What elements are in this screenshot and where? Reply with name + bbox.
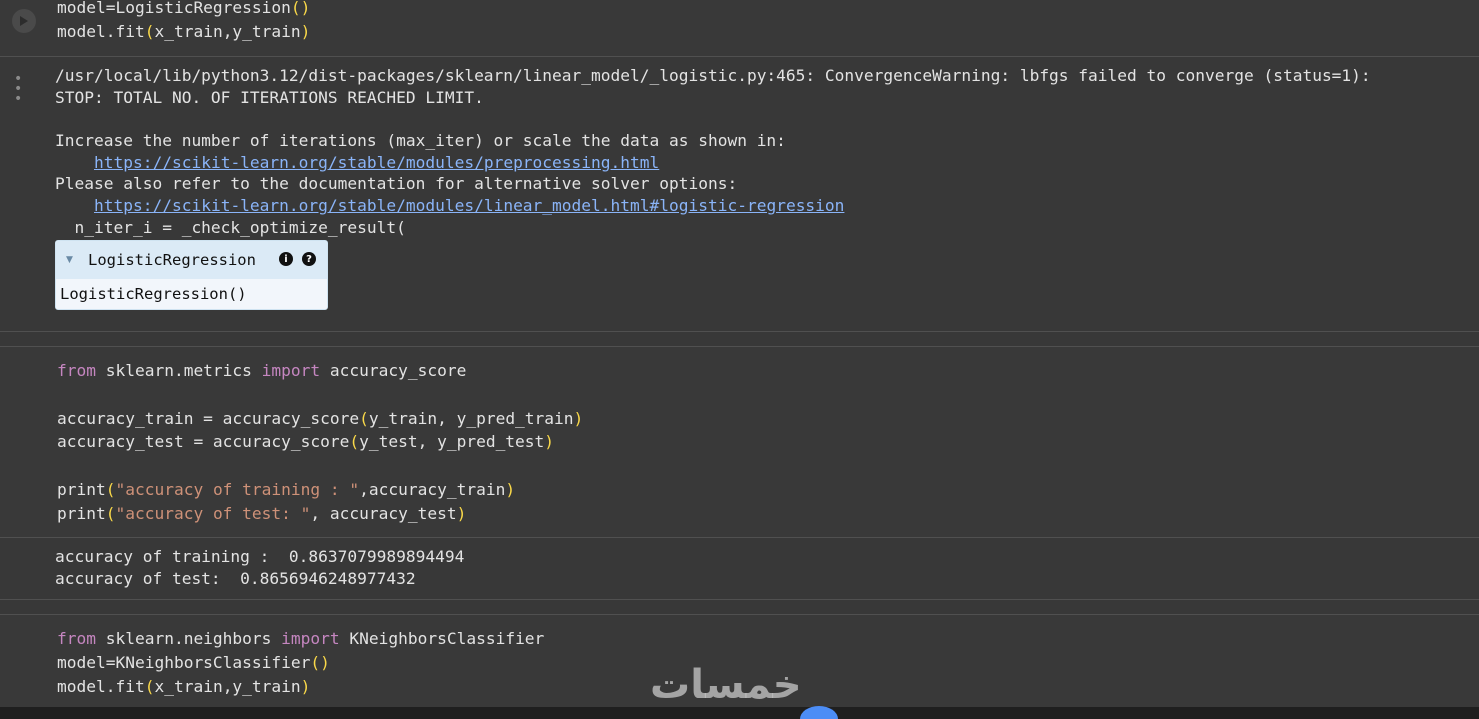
code-line: model.fit(x_train,y_train) bbox=[57, 677, 311, 696]
output-line: accuracy of test: 0.8656946248977432 bbox=[55, 569, 416, 588]
code-line: accuracy_train = accuracy_score(y_train,… bbox=[57, 409, 584, 428]
play-icon bbox=[20, 16, 28, 26]
code-line: print("accuracy of training : ",accuracy… bbox=[57, 480, 516, 499]
output-line: accuracy of training : 0.863707998989449… bbox=[55, 547, 465, 566]
code-cell-2[interactable]: from sklearn.metrics import accuracy_sco… bbox=[0, 346, 1479, 537]
code-line: from sklearn.neighbors import KNeighbors… bbox=[57, 629, 545, 648]
code-line: from sklearn.metrics import accuracy_sco… bbox=[57, 361, 467, 380]
code-cell-1[interactable]: model=LogisticRegression() model.fit(x_t… bbox=[0, 0, 1479, 56]
bottom-bar bbox=[0, 707, 1479, 719]
estimator-widget[interactable]: ▼ LogisticRegression i ? LogisticRegress… bbox=[55, 240, 328, 310]
output-link[interactable]: https://scikit-learn.org/stable/modules/… bbox=[94, 195, 844, 217]
help-icon[interactable]: ? bbox=[302, 252, 316, 266]
code-line: print("accuracy of test: ", accuracy_tes… bbox=[57, 504, 467, 523]
code-line: accuracy_test = accuracy_score(y_test, y… bbox=[57, 432, 555, 451]
output-line: /usr/local/lib/python3.12/dist-packages/… bbox=[55, 66, 1371, 85]
code-line: model=KNeighborsClassifier() bbox=[57, 653, 330, 672]
output-link[interactable]: https://scikit-learn.org/stable/modules/… bbox=[94, 152, 659, 174]
watermark-logo: خمسات bbox=[650, 662, 802, 708]
code-line: model=LogisticRegression() bbox=[57, 0, 311, 17]
output-line: n_iter_i = _check_optimize_result( bbox=[55, 218, 406, 237]
output-line: Increase the number of iterations (max_i… bbox=[55, 131, 786, 150]
estimator-name: LogisticRegression bbox=[88, 251, 256, 269]
more-horizontal-icon[interactable]: • • • bbox=[14, 72, 34, 106]
output-line: STOP: TOTAL NO. OF ITERATIONS REACHED LI… bbox=[55, 88, 484, 107]
collapse-arrow-icon[interactable]: ▼ bbox=[66, 255, 76, 265]
code-line: model.fit(x_train,y_train) bbox=[57, 22, 311, 41]
estimator-repr: LogisticRegression() bbox=[56, 279, 327, 309]
cell-output-2: accuracy of training : 0.863707998989449… bbox=[0, 538, 1479, 599]
run-cell-button[interactable] bbox=[12, 9, 36, 33]
estimator-header[interactable]: ▼ LogisticRegression i ? bbox=[56, 241, 327, 279]
output-line: Please also refer to the documentation f… bbox=[55, 174, 738, 193]
info-icon[interactable]: i bbox=[279, 252, 293, 266]
